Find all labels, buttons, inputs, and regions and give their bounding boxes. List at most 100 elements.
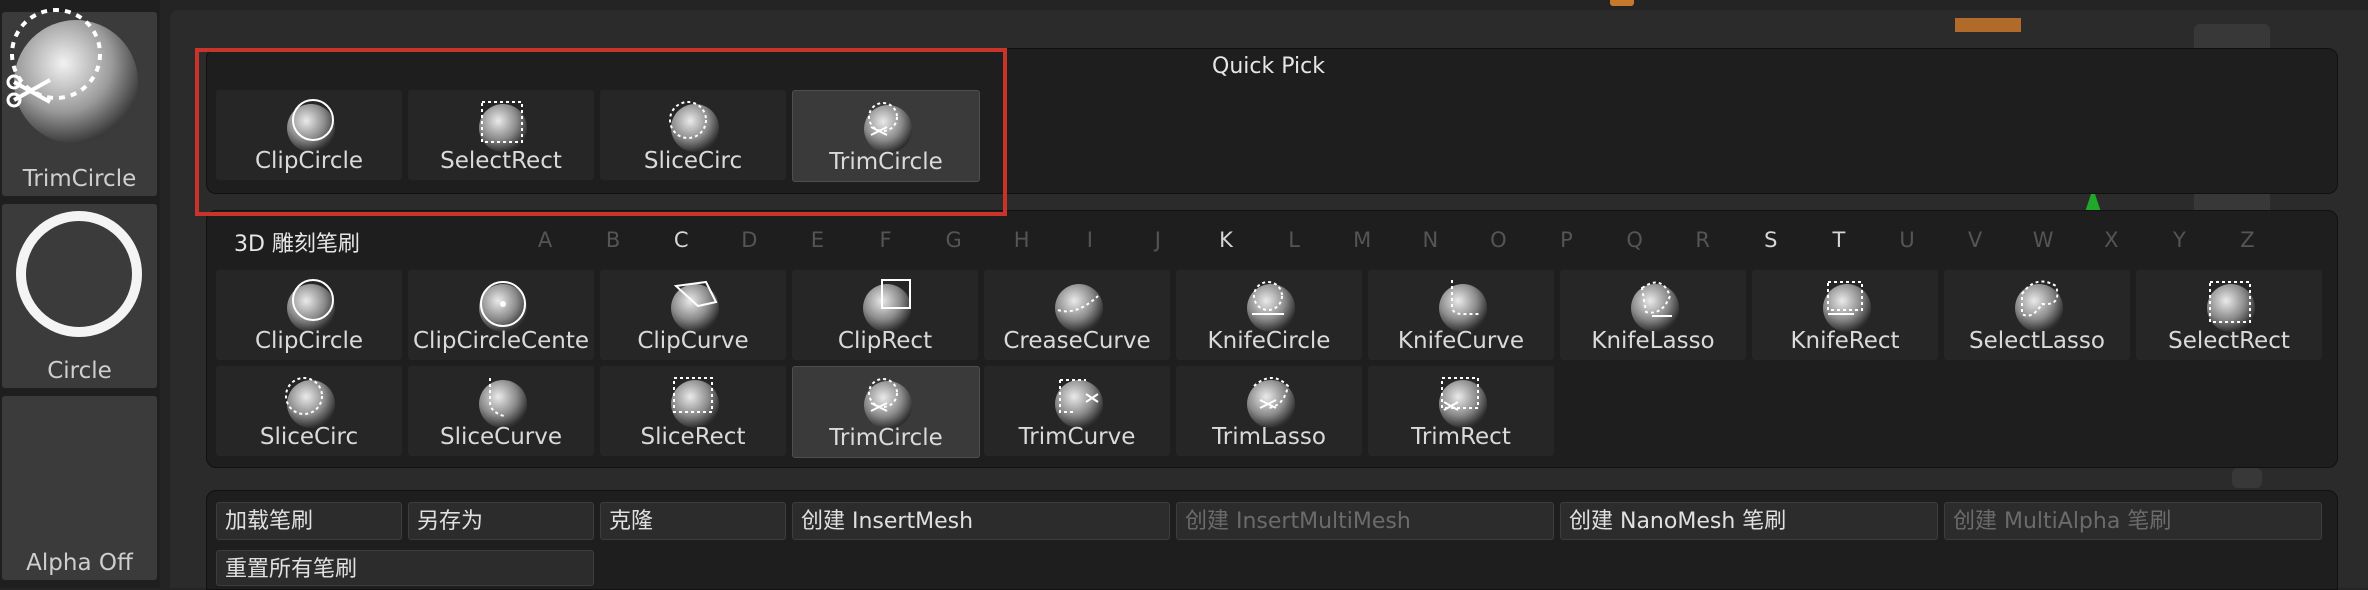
letter-filter-s[interactable]: S xyxy=(1757,228,1785,252)
slice-rect-icon xyxy=(662,372,724,428)
letter-filter-t[interactable]: T xyxy=(1825,228,1853,252)
trim-rect-icon xyxy=(1430,372,1492,428)
letter-filter-w: W xyxy=(2032,228,2054,252)
stroke-button[interactable]: Circle xyxy=(2,204,157,388)
brush-tile-creasecurve[interactable]: CreaseCurve xyxy=(984,270,1170,360)
action-button-3[interactable]: 创建 InsertMesh xyxy=(792,502,1170,540)
brush-tile-slicecirc[interactable]: SliceCirc xyxy=(600,90,786,180)
action-button-6: 创建 MultiAlpha 笔刷 xyxy=(1944,502,2322,540)
brush-tile-trimcurve[interactable]: TrimCurve xyxy=(984,366,1170,456)
action-button-5[interactable]: 创建 NanoMesh 笔刷 xyxy=(1560,502,1938,540)
letter-filter-g: G xyxy=(945,228,962,252)
left-column: TrimCircle Circle Alpha Off xyxy=(0,0,160,588)
alpha-off-icon xyxy=(32,426,127,521)
letter-filter-k[interactable]: K xyxy=(1212,228,1240,252)
brush-tile-trimlasso[interactable]: TrimLasso xyxy=(1176,366,1362,456)
letter-filter-c[interactable]: C xyxy=(667,228,695,252)
brush-tile-label: SelectLasso xyxy=(1969,328,2105,354)
brush-tile-label: KnifeRect xyxy=(1790,328,1900,354)
letter-filter-e: E xyxy=(810,228,825,252)
brush-tile-trimcircle[interactable]: TrimCircle xyxy=(792,366,980,458)
brush-tile-label: TrimCircle xyxy=(829,149,943,175)
action-button-1[interactable]: 另存为 xyxy=(408,502,594,540)
brush-palette-title: 3D 雕刻笔刷 xyxy=(234,232,360,257)
brush-tile-clipcircle[interactable]: ClipCircle xyxy=(216,270,402,360)
brush-tile-label: SliceCurve xyxy=(439,424,563,450)
brush-tile-label: ClipCurve xyxy=(637,328,749,354)
brush-tile-selectrect[interactable]: SelectRect xyxy=(2136,270,2322,360)
viewport-ghost-knob xyxy=(2232,468,2262,488)
clip-rect-icon xyxy=(854,276,916,332)
brush-tile-label: ClipRect xyxy=(837,328,933,354)
clip-curve-icon xyxy=(662,276,724,332)
brush-tile-label: SliceRect xyxy=(640,424,746,450)
letter-filter-d: D xyxy=(741,228,758,252)
brush-tile-trimrect[interactable]: TrimRect xyxy=(1368,366,1554,456)
knife-rect-icon xyxy=(1814,276,1876,332)
brush-tile-label: ClipCircle xyxy=(254,148,364,174)
reset-all-brushes-button[interactable]: 重置所有笔刷 xyxy=(216,550,594,586)
brush-tile-label: KnifeCurve xyxy=(1397,328,1525,354)
knife-curve-icon xyxy=(1430,276,1492,332)
letter-filter-z: Z xyxy=(2240,228,2255,252)
letter-filter-m: M xyxy=(1353,228,1372,252)
brush-tile-cliprect[interactable]: ClipRect xyxy=(792,270,978,360)
brush-tile-selectlasso[interactable]: SelectLasso xyxy=(1944,270,2130,360)
brush-tile-label: KnifeLasso xyxy=(1591,328,1715,354)
quick-pick-title: Quick Pick xyxy=(1212,54,1325,79)
letter-filter-o: O xyxy=(1490,228,1507,252)
brush-tile-knifecircle[interactable]: KnifeCircle xyxy=(1176,270,1362,360)
alpha-label: Alpha Off xyxy=(26,550,133,576)
stroke-label: Circle xyxy=(47,358,112,384)
brush-tile-knifelasso[interactable]: KnifeLasso xyxy=(1560,270,1746,360)
brush-tile-label: SliceCirc xyxy=(643,148,743,174)
letter-filter-n: N xyxy=(1422,228,1439,252)
letter-filter-l: L xyxy=(1288,228,1300,252)
action-button-0[interactable]: 加载笔刷 xyxy=(216,502,402,540)
brush-tile-slicerect[interactable]: SliceRect xyxy=(600,366,786,456)
brush-tile-label: ClipCircleCente xyxy=(413,328,589,354)
top-accent-tab xyxy=(1610,0,1634,6)
brush-tile-label: TrimCurve xyxy=(1018,424,1136,450)
brush-tile-label: ClipCircle xyxy=(254,328,364,354)
letter-filter-b: B xyxy=(605,228,621,252)
letter-filter-h: H xyxy=(1013,228,1030,252)
brush-tile-clipcircle[interactable]: ClipCircle xyxy=(216,90,402,180)
brush-tile-knifecurve[interactable]: KnifeCurve xyxy=(1368,270,1554,360)
alpha-button[interactable]: Alpha Off xyxy=(2,396,157,580)
brush-tile-label: TrimLasso xyxy=(1212,424,1326,450)
trim-curve-icon xyxy=(1046,372,1108,428)
action-button-4: 创建 InsertMultiMesh xyxy=(1176,502,1554,540)
letter-filter-q: Q xyxy=(1626,228,1643,252)
brush-tile-trimcircle[interactable]: TrimCircle xyxy=(792,90,980,182)
select-rect-icon xyxy=(2198,276,2260,332)
knife-circle-icon xyxy=(1238,276,1300,332)
letter-filter-y: Y xyxy=(2172,228,2186,252)
crease-curve-icon xyxy=(1046,276,1108,332)
brush-tile-label: CreaseCurve xyxy=(1003,328,1151,354)
letter-filter-p: P xyxy=(1560,228,1573,252)
clip-circle-center-icon xyxy=(470,276,532,332)
brush-tile-label: SelectRect xyxy=(2168,328,2290,354)
brush-tile-label: SliceCirc xyxy=(259,424,359,450)
orange-indicator xyxy=(1955,18,2021,32)
brush-tile-clipcurve[interactable]: ClipCurve xyxy=(600,270,786,360)
brush-tile-selectrect[interactable]: SelectRect xyxy=(408,90,594,180)
knife-lasso-icon xyxy=(1622,276,1684,332)
action-button-2[interactable]: 克隆 xyxy=(600,502,786,540)
slice-circ-icon xyxy=(278,372,340,428)
slice-circ-icon xyxy=(662,96,724,152)
letter-filter-u: U xyxy=(1899,228,1915,252)
slice-curve-icon xyxy=(470,372,532,428)
brush-tile-slicecurve[interactable]: SliceCurve xyxy=(408,366,594,456)
letter-filter-f: F xyxy=(879,228,892,252)
letter-filter-a: A xyxy=(537,228,553,252)
brush-tile-kniferect[interactable]: KnifeRect xyxy=(1752,270,1938,360)
letter-filter-x: X xyxy=(2104,228,2119,252)
clip-circle-icon xyxy=(278,276,340,332)
current-brush-button[interactable]: TrimCircle xyxy=(2,8,157,196)
trim-circle-icon xyxy=(6,8,138,144)
brush-tile-slicecirc[interactable]: SliceCirc xyxy=(216,366,402,456)
brush-tile-clipcirclecente[interactable]: ClipCircleCente xyxy=(408,270,594,360)
trim-circle-icon xyxy=(855,373,917,429)
